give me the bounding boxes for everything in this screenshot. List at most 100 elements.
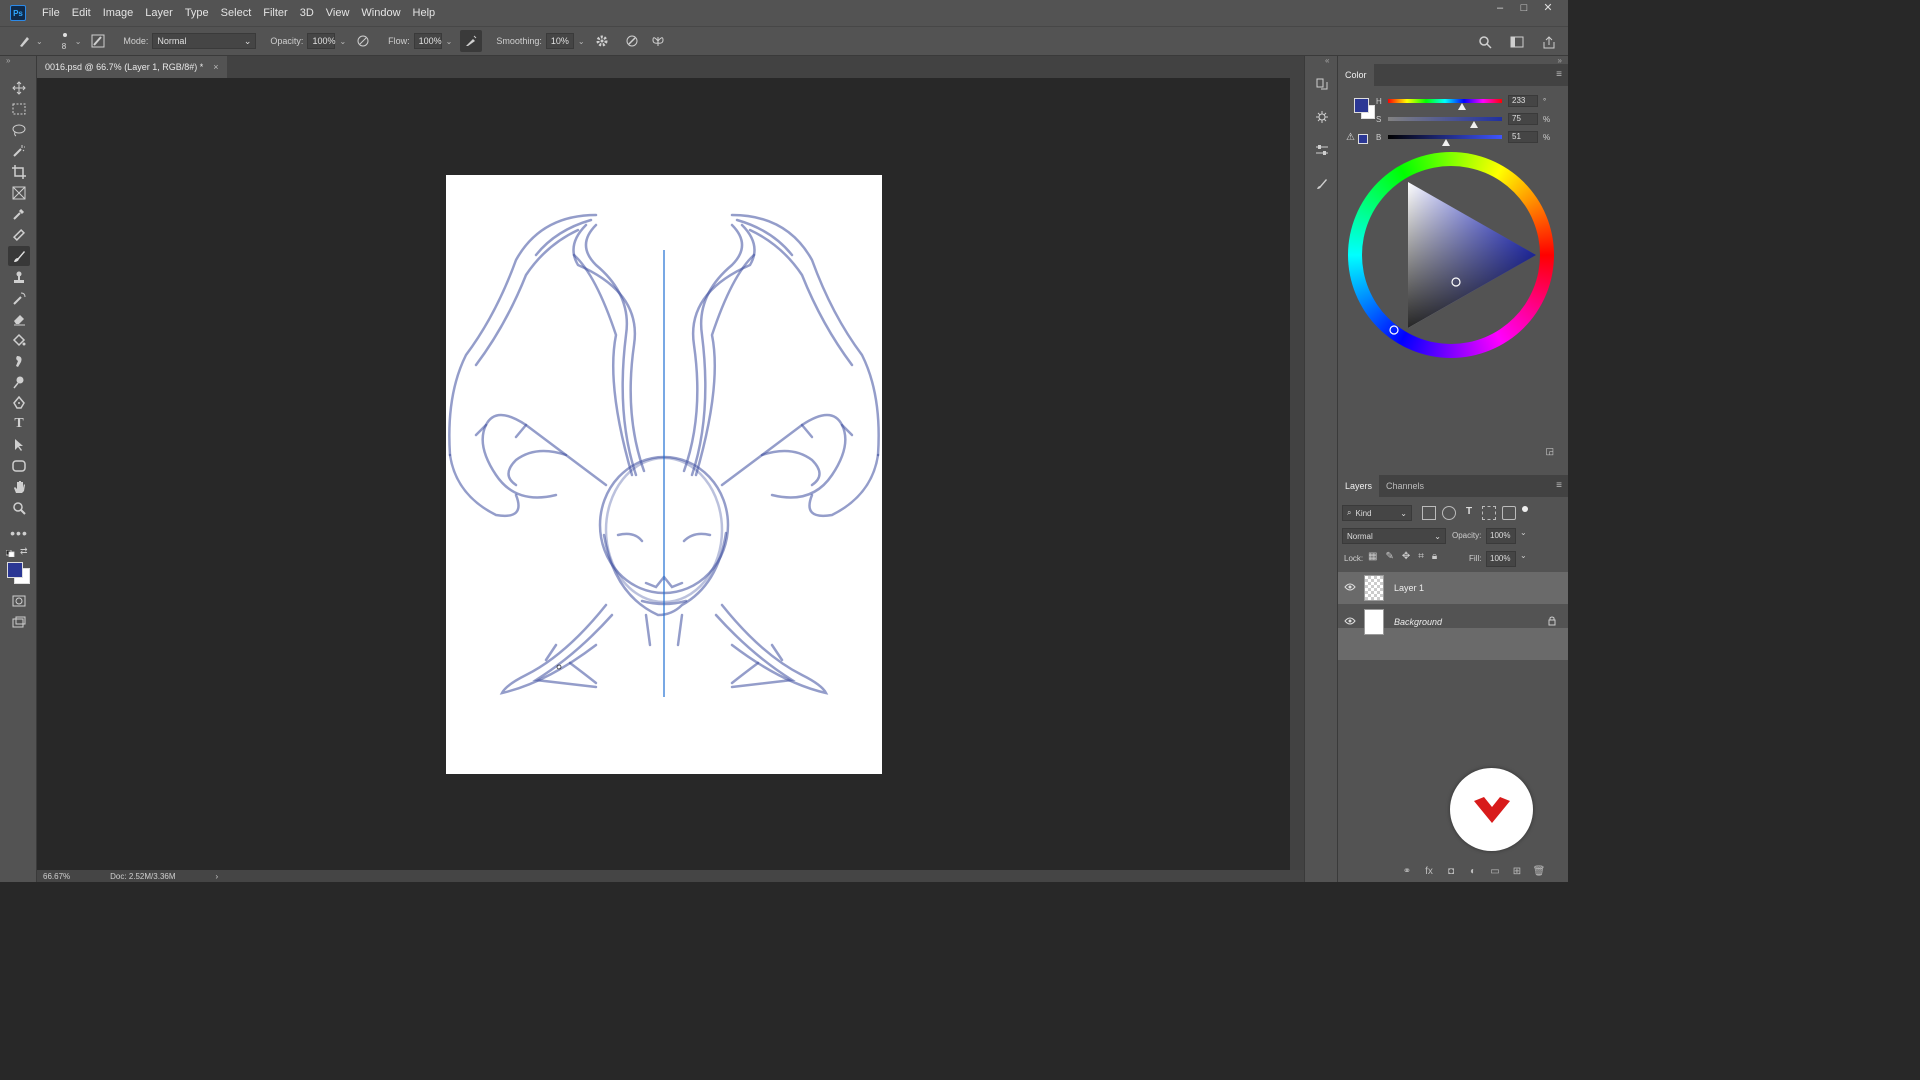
- hand-tool-icon[interactable]: [8, 477, 30, 497]
- lock-artboard-icon[interactable]: ⌗: [1418, 551, 1424, 562]
- saturation-slider[interactable]: [1388, 117, 1502, 128]
- gear-icon[interactable]: [591, 30, 613, 52]
- default-colors-icon[interactable]: [5, 548, 15, 558]
- chevron-down-icon[interactable]: ⌄: [578, 37, 585, 46]
- screen-mode-icon[interactable]: [8, 612, 30, 632]
- link-layers-icon[interactable]: ⚭: [1398, 866, 1416, 880]
- visibility-eye-icon[interactable]: [1338, 617, 1362, 628]
- more-tools-icon[interactable]: •••: [8, 523, 30, 543]
- menu-help[interactable]: Help: [407, 0, 442, 26]
- lock-all-icon[interactable]: 🔒︎: [1432, 551, 1437, 562]
- panel-menu-icon[interactable]: ≡: [1556, 480, 1562, 491]
- adjustments-panel-icon[interactable]: [1312, 107, 1332, 127]
- crop-tool-icon[interactable]: [8, 162, 30, 182]
- hue-slider[interactable]: [1388, 99, 1502, 110]
- mode-select[interactable]: Normal ⌄: [152, 33, 257, 49]
- chevron-down-icon[interactable]: ⌄: [75, 37, 82, 46]
- foreground-color-swatch[interactable]: [7, 562, 23, 578]
- layer-row-background[interactable]: Background: [1338, 606, 1568, 638]
- zoom-tool-icon[interactable]: [8, 498, 30, 518]
- hue-slider-thumb[interactable]: [1457, 103, 1466, 110]
- move-tool-icon[interactable]: [8, 78, 30, 98]
- vertical-scrollbar[interactable]: [1290, 78, 1304, 870]
- lock-position-icon[interactable]: ✥: [1402, 551, 1410, 562]
- gamut-warning-icon[interactable]: ⚠: [1346, 132, 1355, 143]
- maximize-button[interactable]: □: [1512, 0, 1536, 18]
- healing-brush-tool-icon[interactable]: [8, 225, 30, 245]
- saturation-value-input[interactable]: 75: [1508, 113, 1538, 125]
- brightness-value-input[interactable]: 51: [1508, 131, 1538, 143]
- rectangle-tool-icon[interactable]: [8, 456, 30, 476]
- path-selection-tool-icon[interactable]: [8, 435, 30, 455]
- menu-image[interactable]: Image: [97, 0, 140, 26]
- brush-settings-icon[interactable]: [1312, 173, 1332, 193]
- trash-icon[interactable]: 🗑︎: [1530, 866, 1548, 880]
- new-group-icon[interactable]: ▭: [1486, 866, 1504, 880]
- tab-color[interactable]: Color: [1338, 64, 1374, 86]
- add-mask-icon[interactable]: ◘: [1442, 866, 1460, 880]
- chevron-down-icon[interactable]: ⌄: [36, 37, 43, 46]
- color-wheel[interactable]: [1348, 152, 1554, 358]
- brush-tool-icon[interactable]: [8, 246, 30, 266]
- lock-image-icon[interactable]: ✎: [1385, 551, 1393, 562]
- frame-tool-icon[interactable]: [8, 183, 30, 203]
- brightness-slider-thumb[interactable]: [1442, 139, 1451, 146]
- menu-file[interactable]: File: [36, 0, 66, 26]
- layer-opacity-input[interactable]: 100%: [1486, 528, 1516, 544]
- collapse-arrows-icon[interactable]: «: [1325, 56, 1329, 65]
- history-panel-icon[interactable]: [1312, 74, 1332, 94]
- smart-object-filter-icon[interactable]: [1502, 506, 1516, 520]
- shape-filter-icon[interactable]: [1482, 506, 1496, 520]
- close-tab-icon[interactable]: ×: [213, 62, 218, 72]
- panel-menu-icon[interactable]: ≡: [1556, 69, 1562, 80]
- pressure-opacity-icon[interactable]: [352, 30, 374, 52]
- fill-input[interactable]: 100%: [1486, 551, 1516, 567]
- saturation-brightness-triangle[interactable]: [1348, 152, 1554, 358]
- saturation-slider-thumb[interactable]: [1469, 121, 1478, 128]
- eyedropper-tool-icon[interactable]: [8, 204, 30, 224]
- chevron-down-icon[interactable]: ⌄: [446, 37, 453, 46]
- status-arrow-icon[interactable]: ›: [216, 872, 219, 881]
- hue-value-input[interactable]: 233: [1508, 95, 1538, 107]
- smoothing-input[interactable]: 10%: [545, 33, 574, 49]
- layer-filter-select[interactable]: ⌕ Kind ⌄: [1342, 505, 1412, 521]
- adjustment-layer-icon[interactable]: ◐: [1464, 866, 1482, 880]
- brightness-slider[interactable]: [1388, 135, 1502, 146]
- dodge-tool-icon[interactable]: [8, 372, 30, 392]
- properties-panel-icon[interactable]: [1312, 140, 1332, 160]
- menu-window[interactable]: Window: [355, 0, 406, 26]
- visibility-eye-icon[interactable]: [1338, 583, 1362, 594]
- swap-colors-icon[interactable]: ⇄: [20, 546, 28, 557]
- fx-icon[interactable]: fx: [1420, 866, 1438, 880]
- symmetry-butterfly-icon[interactable]: [647, 30, 669, 52]
- type-tool-icon[interactable]: T: [8, 414, 30, 434]
- resize-handle-icon[interactable]: ◲: [1545, 446, 1554, 457]
- quick-mask-icon[interactable]: [8, 591, 30, 611]
- brush-size-picker[interactable]: 8: [55, 30, 75, 52]
- menu-layer[interactable]: Layer: [139, 0, 179, 26]
- adjustment-filter-icon[interactable]: [1442, 506, 1456, 520]
- chevron-down-icon[interactable]: ⌄: [1520, 528, 1527, 537]
- tab-layers[interactable]: Layers: [1338, 475, 1380, 497]
- chevron-down-icon[interactable]: ⌄: [339, 37, 346, 46]
- eraser-tool-icon[interactable]: [8, 309, 30, 329]
- paint-bucket-tool-icon[interactable]: [8, 330, 30, 350]
- history-brush-tool-icon[interactable]: [8, 288, 30, 308]
- menu-view[interactable]: View: [320, 0, 356, 26]
- blend-mode-select[interactable]: Normal ⌄: [1342, 528, 1446, 544]
- menu-3d[interactable]: 3D: [294, 0, 320, 26]
- lasso-tool-icon[interactable]: [8, 120, 30, 140]
- share-icon[interactable]: [1538, 31, 1560, 53]
- web-safe-warning-swatch[interactable]: [1358, 134, 1368, 144]
- lock-icon[interactable]: [1548, 616, 1556, 628]
- minimize-button[interactable]: –: [1488, 0, 1512, 18]
- pen-tool-icon[interactable]: [8, 393, 30, 413]
- airbrush-icon[interactable]: [460, 30, 483, 52]
- pixel-filter-icon[interactable]: [1422, 506, 1436, 520]
- canvas-area[interactable]: [37, 78, 1290, 870]
- workspace-layout-icon[interactable]: [1506, 31, 1528, 53]
- magic-wand-tool-icon[interactable]: [8, 141, 30, 161]
- menu-edit[interactable]: Edit: [66, 0, 97, 26]
- menu-filter[interactable]: Filter: [257, 0, 293, 26]
- filter-toggle-icon[interactable]: [1522, 506, 1528, 512]
